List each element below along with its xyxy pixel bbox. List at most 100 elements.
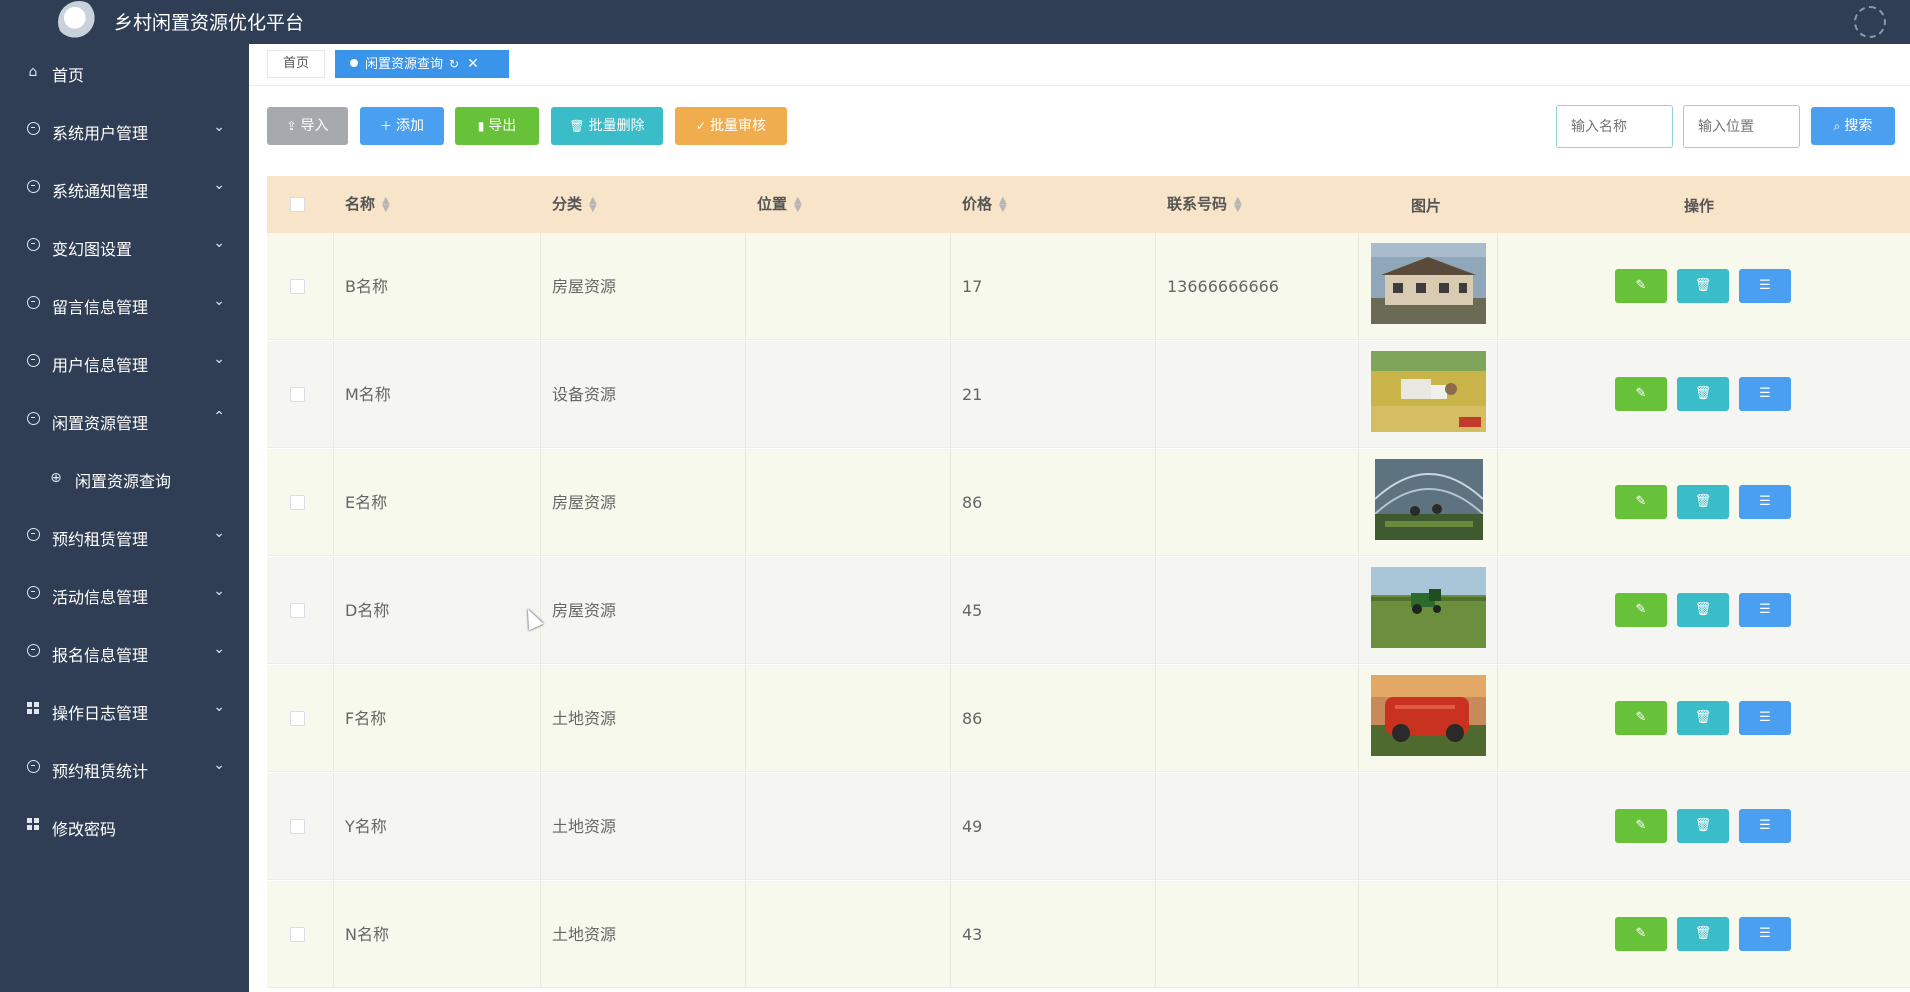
sidebar-item-label: 系统通知管理 — [52, 182, 149, 201]
sidebar-item-change-password[interactable]: 修改密码 — [0, 798, 249, 856]
top-header: 乡村闲置资源优化平台 — [0, 0, 1910, 44]
column-header-price[interactable]: 价格 ▲ ▼ — [962, 176, 1007, 233]
search-icon: ⌕ — [1833, 119, 1841, 133]
import-button[interactable]: ⇪ 导入 — [267, 107, 348, 145]
loading-icon[interactable] — [1854, 6, 1886, 38]
edit-button[interactable]: ✎ — [1615, 809, 1667, 843]
sidebar-item-activities[interactable]: 活动信息管理 ⌄ — [0, 566, 249, 624]
delete-button[interactable]: 🗑 — [1677, 485, 1729, 519]
batch-audit-button[interactable]: ✓ 批量审核 — [675, 107, 787, 145]
sidebar-subitem-resource-query[interactable]: ⊕ 闲置资源查询 — [0, 450, 249, 508]
close-icon[interactable]: ✕ — [467, 56, 479, 72]
column-header-name[interactable]: 名称 ▲ ▼ — [345, 176, 390, 233]
column-label: 名称 — [345, 195, 376, 213]
sidebar-item-operation-logs[interactable]: 操作日志管理 ⌄ — [0, 682, 249, 740]
grid-icon — [25, 702, 41, 718]
sort-icon[interactable]: ▲ ▼ — [1234, 195, 1242, 213]
delete-button[interactable]: 🗑 — [1677, 917, 1729, 951]
sort-icon[interactable]: ▲ ▼ — [382, 195, 390, 213]
tab-home[interactable]: 首页 — [267, 50, 325, 78]
detail-button[interactable]: ☰ — [1739, 485, 1791, 519]
export-button[interactable]: ▮ 导出 — [455, 107, 539, 145]
sidebar-item-registrations[interactable]: 报名信息管理 ⌄ — [0, 624, 249, 682]
column-label: 位置 — [757, 195, 788, 213]
cell-price: 86 — [962, 493, 983, 512]
edit-button[interactable]: ✎ — [1615, 377, 1667, 411]
cell-category: 土地资源 — [552, 817, 617, 836]
cell-category: 土地资源 — [552, 709, 617, 728]
delete-button[interactable]: 🗑 — [1677, 593, 1729, 627]
select-all-checkbox[interactable] — [290, 197, 305, 212]
cell-price: 45 — [962, 601, 983, 620]
location-search-input[interactable] — [1683, 105, 1800, 148]
column-header-location[interactable]: 位置 ▲ ▼ — [757, 176, 802, 233]
row-checkbox[interactable] — [290, 711, 305, 726]
name-search-input[interactable] — [1556, 105, 1673, 148]
detail-button[interactable]: ☰ — [1739, 809, 1791, 843]
sidebar-item-carousel[interactable]: 变幻图设置 ⌄ — [0, 218, 249, 276]
sidebar-item-label: 预约租赁管理 — [52, 530, 149, 549]
sidebar-item-user-info[interactable]: 用户信息管理 ⌄ — [0, 334, 249, 392]
detail-button[interactable]: ☰ — [1739, 377, 1791, 411]
table-row: B名称 房屋资源 17 13666666666 ✎ 🗑 ☰ — [267, 233, 1910, 340]
sidebar-item-reservation-stats[interactable]: 预约租赁统计 ⌄ — [0, 740, 249, 798]
row-checkbox[interactable] — [290, 927, 305, 942]
detail-button[interactable]: ☰ — [1739, 269, 1791, 303]
sidebar-item-messages[interactable]: 留言信息管理 ⌄ — [0, 276, 249, 334]
tab-resource-query[interactable]: 闲置资源查询 ↻ ✕ — [335, 50, 509, 78]
sidebar-item-system-notices[interactable]: 系统通知管理 ⌄ — [0, 160, 249, 218]
search-button[interactable]: ⌕ 搜索 — [1811, 107, 1895, 145]
resource-image[interactable] — [1375, 459, 1483, 540]
sort-icon[interactable]: ▲ ▼ — [589, 195, 597, 213]
add-button[interactable]: ＋ 添加 — [360, 107, 444, 145]
chevron-down-icon: ⌄ — [213, 177, 225, 193]
edit-button[interactable]: ✎ — [1615, 917, 1667, 951]
column-header-category[interactable]: 分类 ▲ ▼ — [552, 176, 597, 233]
row-checkbox[interactable] — [290, 387, 305, 402]
row-checkbox[interactable] — [290, 819, 305, 834]
edit-button[interactable]: ✎ — [1615, 485, 1667, 519]
column-header-phone[interactable]: 联系号码 ▲ ▼ — [1167, 176, 1242, 233]
sidebar-item-idle-resources[interactable]: 闲置资源管理 ⌃ — [0, 392, 249, 450]
table-row: E名称 房屋资源 86 ✎ 🗑 ☰ — [267, 449, 1910, 556]
delete-button[interactable]: 🗑 — [1677, 269, 1729, 303]
row-checkbox[interactable] — [290, 279, 305, 294]
circle-minus-icon — [25, 644, 41, 660]
cell-category: 房屋资源 — [552, 601, 617, 620]
row-checkbox[interactable] — [290, 495, 305, 510]
chevron-up-icon: ⌃ — [213, 409, 225, 425]
column-label: 联系号码 — [1167, 195, 1228, 213]
import-label: 导入 — [300, 118, 329, 134]
active-dot-icon — [350, 59, 358, 67]
edit-button[interactable]: ✎ — [1615, 593, 1667, 627]
refresh-icon[interactable]: ↻ — [449, 57, 459, 71]
sort-icon[interactable]: ▲ ▼ — [794, 195, 802, 213]
resource-image[interactable] — [1371, 567, 1486, 648]
delete-button[interactable]: 🗑 — [1677, 809, 1729, 843]
cell-name: F名称 — [345, 709, 387, 728]
detail-button[interactable]: ☰ — [1739, 917, 1791, 951]
circle-minus-icon — [25, 296, 41, 312]
cell-name: B名称 — [345, 277, 388, 296]
resource-image[interactable] — [1371, 243, 1486, 324]
row-checkbox[interactable] — [290, 603, 305, 618]
batch-delete-label: 批量删除 — [588, 118, 645, 134]
sidebar-item-home[interactable]: ⌂ 首页 — [0, 44, 249, 102]
delete-button[interactable]: 🗑 — [1677, 377, 1729, 411]
detail-button[interactable]: ☰ — [1739, 593, 1791, 627]
sidebar-item-system-users[interactable]: 系统用户管理 ⌄ — [0, 102, 249, 160]
cell-name: D名称 — [345, 601, 390, 620]
tab-label: 闲置资源查询 — [365, 57, 444, 72]
detail-button[interactable]: ☰ — [1739, 701, 1791, 735]
sidebar-item-label: 闲置资源管理 — [52, 414, 149, 433]
batch-delete-button[interactable]: 🗑 批量删除 — [551, 107, 663, 145]
edit-button[interactable]: ✎ — [1615, 269, 1667, 303]
resource-image[interactable] — [1371, 351, 1486, 432]
sidebar-item-reservations[interactable]: 预约租赁管理 ⌄ — [0, 508, 249, 566]
delete-button[interactable]: 🗑 — [1677, 701, 1729, 735]
circle-plus-icon: ⊕ — [50, 470, 62, 486]
sidebar-item-label: 修改密码 — [52, 820, 117, 839]
edit-button[interactable]: ✎ — [1615, 701, 1667, 735]
sort-icon[interactable]: ▲ ▼ — [999, 195, 1007, 213]
resource-image[interactable] — [1371, 675, 1486, 756]
